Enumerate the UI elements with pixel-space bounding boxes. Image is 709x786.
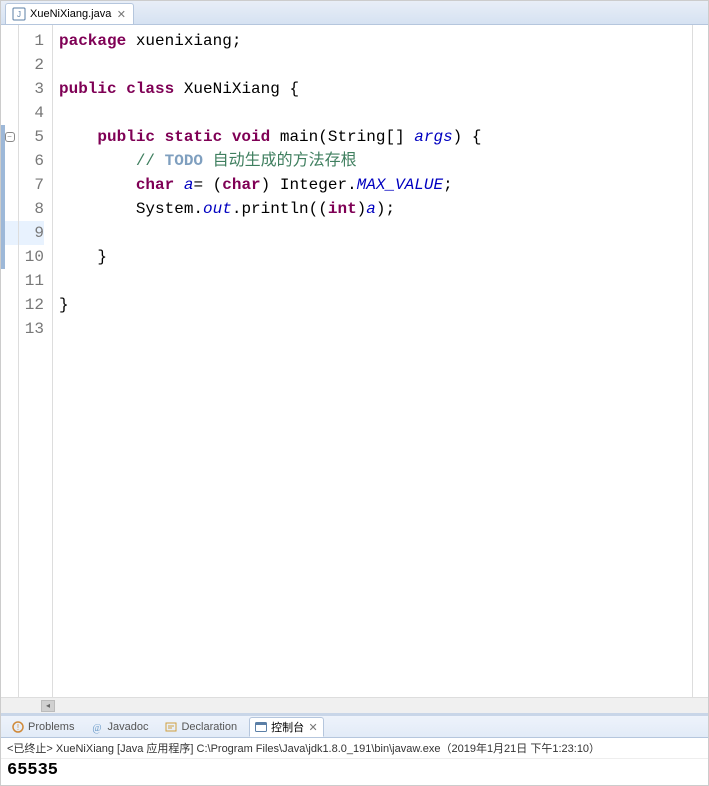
line-number: 4	[19, 101, 44, 125]
ruler-cell	[1, 29, 18, 53]
line-number: 7	[19, 173, 44, 197]
ruler-cell	[1, 101, 18, 125]
views-tabbar: ! Problems @ Javadoc Declaration 控制台 ✕	[1, 716, 708, 738]
tab-javadoc-label: Javadoc	[107, 721, 148, 733]
code-line[interactable]: }	[59, 293, 692, 317]
code-line[interactable]	[59, 317, 692, 341]
line-number: 5	[19, 125, 44, 149]
code-line[interactable]	[59, 101, 692, 125]
console-icon	[254, 720, 268, 734]
ruler-cell	[1, 53, 18, 77]
declaration-icon	[164, 720, 178, 734]
code-line[interactable]	[59, 53, 692, 77]
line-numbers: 12345678910111213	[19, 25, 53, 697]
ruler-cell	[1, 317, 18, 341]
svg-text:J: J	[17, 10, 21, 19]
code-line[interactable]: System.out.println((int)a);	[59, 197, 692, 221]
svg-text:@: @	[93, 723, 102, 734]
editor-tabbar: J XueNiXiang.java ✕	[1, 1, 708, 25]
line-number: 12	[19, 293, 44, 317]
console-output: 65535	[1, 759, 708, 785]
line-number: 10	[19, 245, 44, 269]
javadoc-icon: @	[90, 720, 104, 734]
code-line[interactable]	[59, 269, 692, 293]
code-area[interactable]: package xuenixiang; public class XueNiXia…	[53, 25, 692, 697]
ruler-cell	[1, 293, 18, 317]
tab-problems-label: Problems	[28, 721, 74, 733]
line-number: 6	[19, 149, 44, 173]
line-number: 11	[19, 269, 44, 293]
fold-toggle-icon[interactable]: −	[5, 132, 15, 142]
code-line[interactable]: }	[59, 245, 692, 269]
line-number: 8	[19, 197, 44, 221]
editor-tab[interactable]: J XueNiXiang.java ✕	[5, 3, 134, 24]
java-file-icon: J	[12, 7, 26, 21]
close-icon[interactable]: ✕	[115, 8, 127, 20]
close-icon[interactable]: ✕	[307, 721, 319, 733]
tab-problems[interactable]: ! Problems	[7, 719, 78, 735]
code-line[interactable]	[59, 221, 692, 245]
tab-declaration-label: Declaration	[181, 721, 237, 733]
svg-text:!: !	[17, 723, 19, 732]
tab-console-label: 控制台	[271, 719, 304, 735]
problems-icon: !	[11, 720, 25, 734]
console-status: <已终止> XueNiXiang [Java 应用程序] C:\Program …	[1, 738, 708, 759]
change-marker	[1, 125, 5, 269]
line-number: 9	[19, 221, 44, 245]
ruler-cell	[1, 77, 18, 101]
code-line[interactable]: public class XueNiXiang {	[59, 77, 692, 101]
editor-tab-label: XueNiXiang.java	[30, 8, 111, 20]
code-line[interactable]: package xuenixiang;	[59, 29, 692, 53]
code-editor[interactable]: − 12345678910111213 package xuenixiang;p…	[1, 25, 708, 697]
tab-javadoc[interactable]: @ Javadoc	[86, 719, 152, 735]
line-number: 2	[19, 53, 44, 77]
horizontal-scrollbar[interactable]: ◂	[1, 697, 708, 713]
line-number: 1	[19, 29, 44, 53]
ruler-cell	[1, 269, 18, 293]
scroll-left-icon[interactable]: ◂	[41, 700, 55, 712]
tab-declaration[interactable]: Declaration	[160, 719, 241, 735]
line-number: 13	[19, 317, 44, 341]
code-line[interactable]: public static void main(String[] args) {	[59, 125, 692, 149]
tab-console[interactable]: 控制台 ✕	[249, 717, 324, 737]
bottom-panel: ! Problems @ Javadoc Declaration 控制台 ✕ <…	[1, 713, 708, 785]
line-number: 3	[19, 77, 44, 101]
overview-ruler	[692, 25, 708, 697]
code-line[interactable]: char a= (char) Integer.MAX_VALUE;	[59, 173, 692, 197]
code-line[interactable]: // TODO 自动生成的方法存根	[59, 149, 692, 173]
